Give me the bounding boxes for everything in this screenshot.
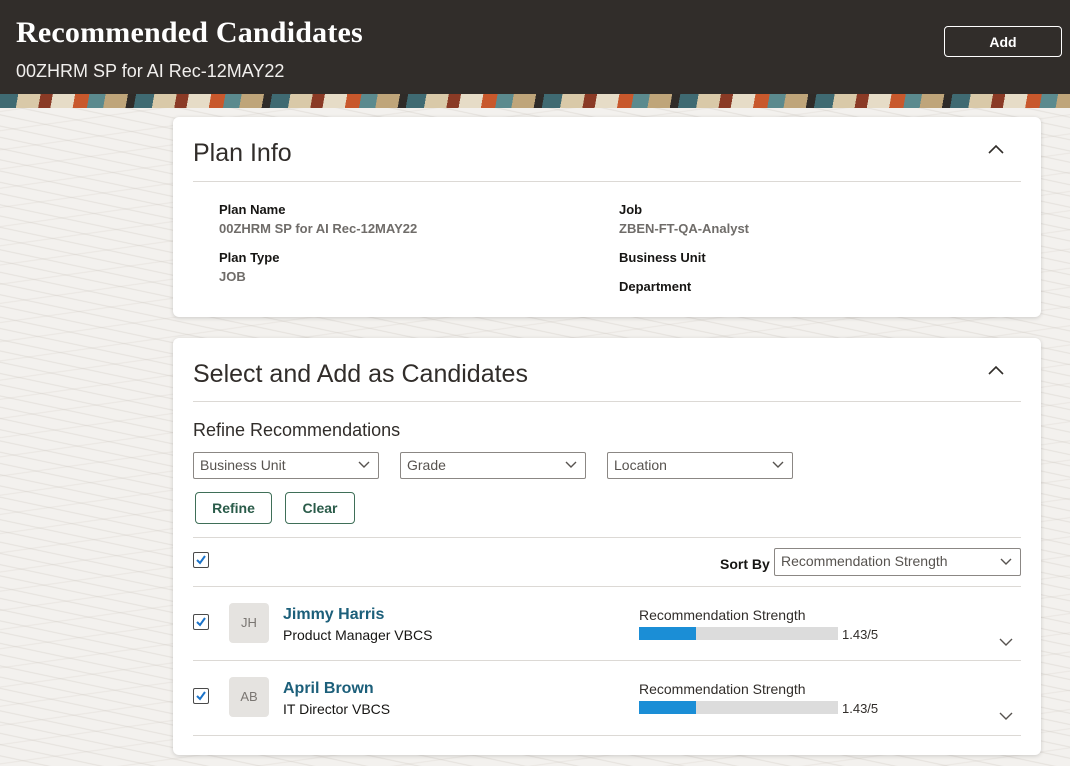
refine-button[interactable]: Refine: [195, 492, 272, 524]
candidate-row: AB April Brown IT Director VBCS Recommen…: [173, 661, 1041, 735]
plan-name-label: Plan Name: [219, 202, 286, 217]
business-unit-filter[interactable]: Business Unit: [193, 452, 379, 479]
candidate-checkbox[interactable]: [193, 614, 209, 630]
chevron-down-icon: [1000, 558, 1012, 565]
candidate-name-link[interactable]: April Brown: [283, 680, 374, 698]
candidate-checkbox[interactable]: [193, 688, 209, 704]
recommendation-strength-bar: [639, 701, 838, 714]
chevron-down-icon: [358, 461, 370, 468]
decorative-banner: [0, 94, 1070, 108]
card-divider: [193, 181, 1021, 182]
business-unit-filter-label: Business Unit: [200, 457, 286, 473]
avatar: JH: [229, 603, 269, 643]
location-filter-label: Location: [614, 457, 667, 473]
sort-by-value: Recommendation Strength: [781, 553, 948, 569]
refine-recommendations-title: Refine Recommendations: [193, 420, 401, 440]
business-unit-label: Business Unit: [619, 250, 706, 265]
select-candidates-title: Select and Add as Candidates: [193, 360, 528, 388]
chevron-up-icon[interactable]: [987, 141, 1005, 159]
page-header: Recommended Candidates 00ZHRM SP for AI …: [0, 0, 1070, 94]
chevron-up-icon[interactable]: [987, 362, 1005, 380]
candidate-row: JH Jimmy Harris Product Manager VBCS Rec…: [173, 587, 1041, 661]
page-title: Recommended Candidates: [16, 16, 363, 49]
avatar: AB: [229, 677, 269, 717]
candidate-job-title: IT Director VBCS: [283, 701, 391, 717]
recommendation-strength-fill: [639, 701, 696, 714]
select-all-checkbox[interactable]: [193, 552, 209, 568]
recommendation-strength-value: 1.43/5: [842, 627, 879, 642]
row-divider: [193, 735, 1021, 736]
recommendation-strength-bar: [639, 627, 838, 640]
plan-type-label: Plan Type: [219, 250, 280, 265]
grade-filter-label: Grade: [407, 457, 446, 473]
recommendation-strength-label: Recommendation Strength: [639, 681, 806, 697]
chevron-down-icon: [772, 461, 784, 468]
department-label: Department: [619, 279, 692, 294]
card-divider: [193, 401, 1021, 402]
checkmark-icon: [196, 617, 206, 627]
checkmark-icon: [196, 555, 206, 565]
recommendation-strength-label: Recommendation Strength: [639, 607, 806, 623]
job-label: Job: [619, 202, 643, 217]
page-subtitle: 00ZHRM SP for AI Rec-12MAY22: [16, 61, 285, 81]
chevron-down-icon[interactable]: [999, 637, 1013, 647]
chevron-down-icon[interactable]: [999, 711, 1013, 721]
plan-info-title: Plan Info: [193, 139, 292, 167]
recommendation-strength-fill: [639, 627, 696, 640]
recommendation-strength-value: 1.43/5: [842, 701, 879, 716]
grade-filter[interactable]: Grade: [400, 452, 586, 479]
checkmark-icon: [196, 691, 206, 701]
chevron-down-icon: [565, 461, 577, 468]
plan-name-value: 00ZHRM SP for AI Rec-12MAY22: [219, 221, 418, 236]
sort-by-label: Sort By: [720, 556, 770, 572]
select-candidates-card: Select and Add as Candidates Refine Reco…: [173, 338, 1041, 755]
toolbar-divider-top: [193, 537, 1021, 538]
add-button[interactable]: Add: [944, 26, 1062, 57]
plan-info-card: Plan Info Plan Name 00ZHRM SP for AI Rec…: [173, 117, 1041, 317]
candidate-name-link[interactable]: Jimmy Harris: [283, 606, 384, 624]
location-filter[interactable]: Location: [607, 452, 793, 479]
plan-type-value: JOB: [219, 269, 246, 284]
job-value: ZBEN-FT-QA-Analyst: [619, 221, 749, 236]
candidate-job-title: Product Manager VBCS: [283, 627, 433, 643]
clear-button[interactable]: Clear: [285, 492, 355, 524]
sort-by-select[interactable]: Recommendation Strength: [774, 548, 1021, 576]
